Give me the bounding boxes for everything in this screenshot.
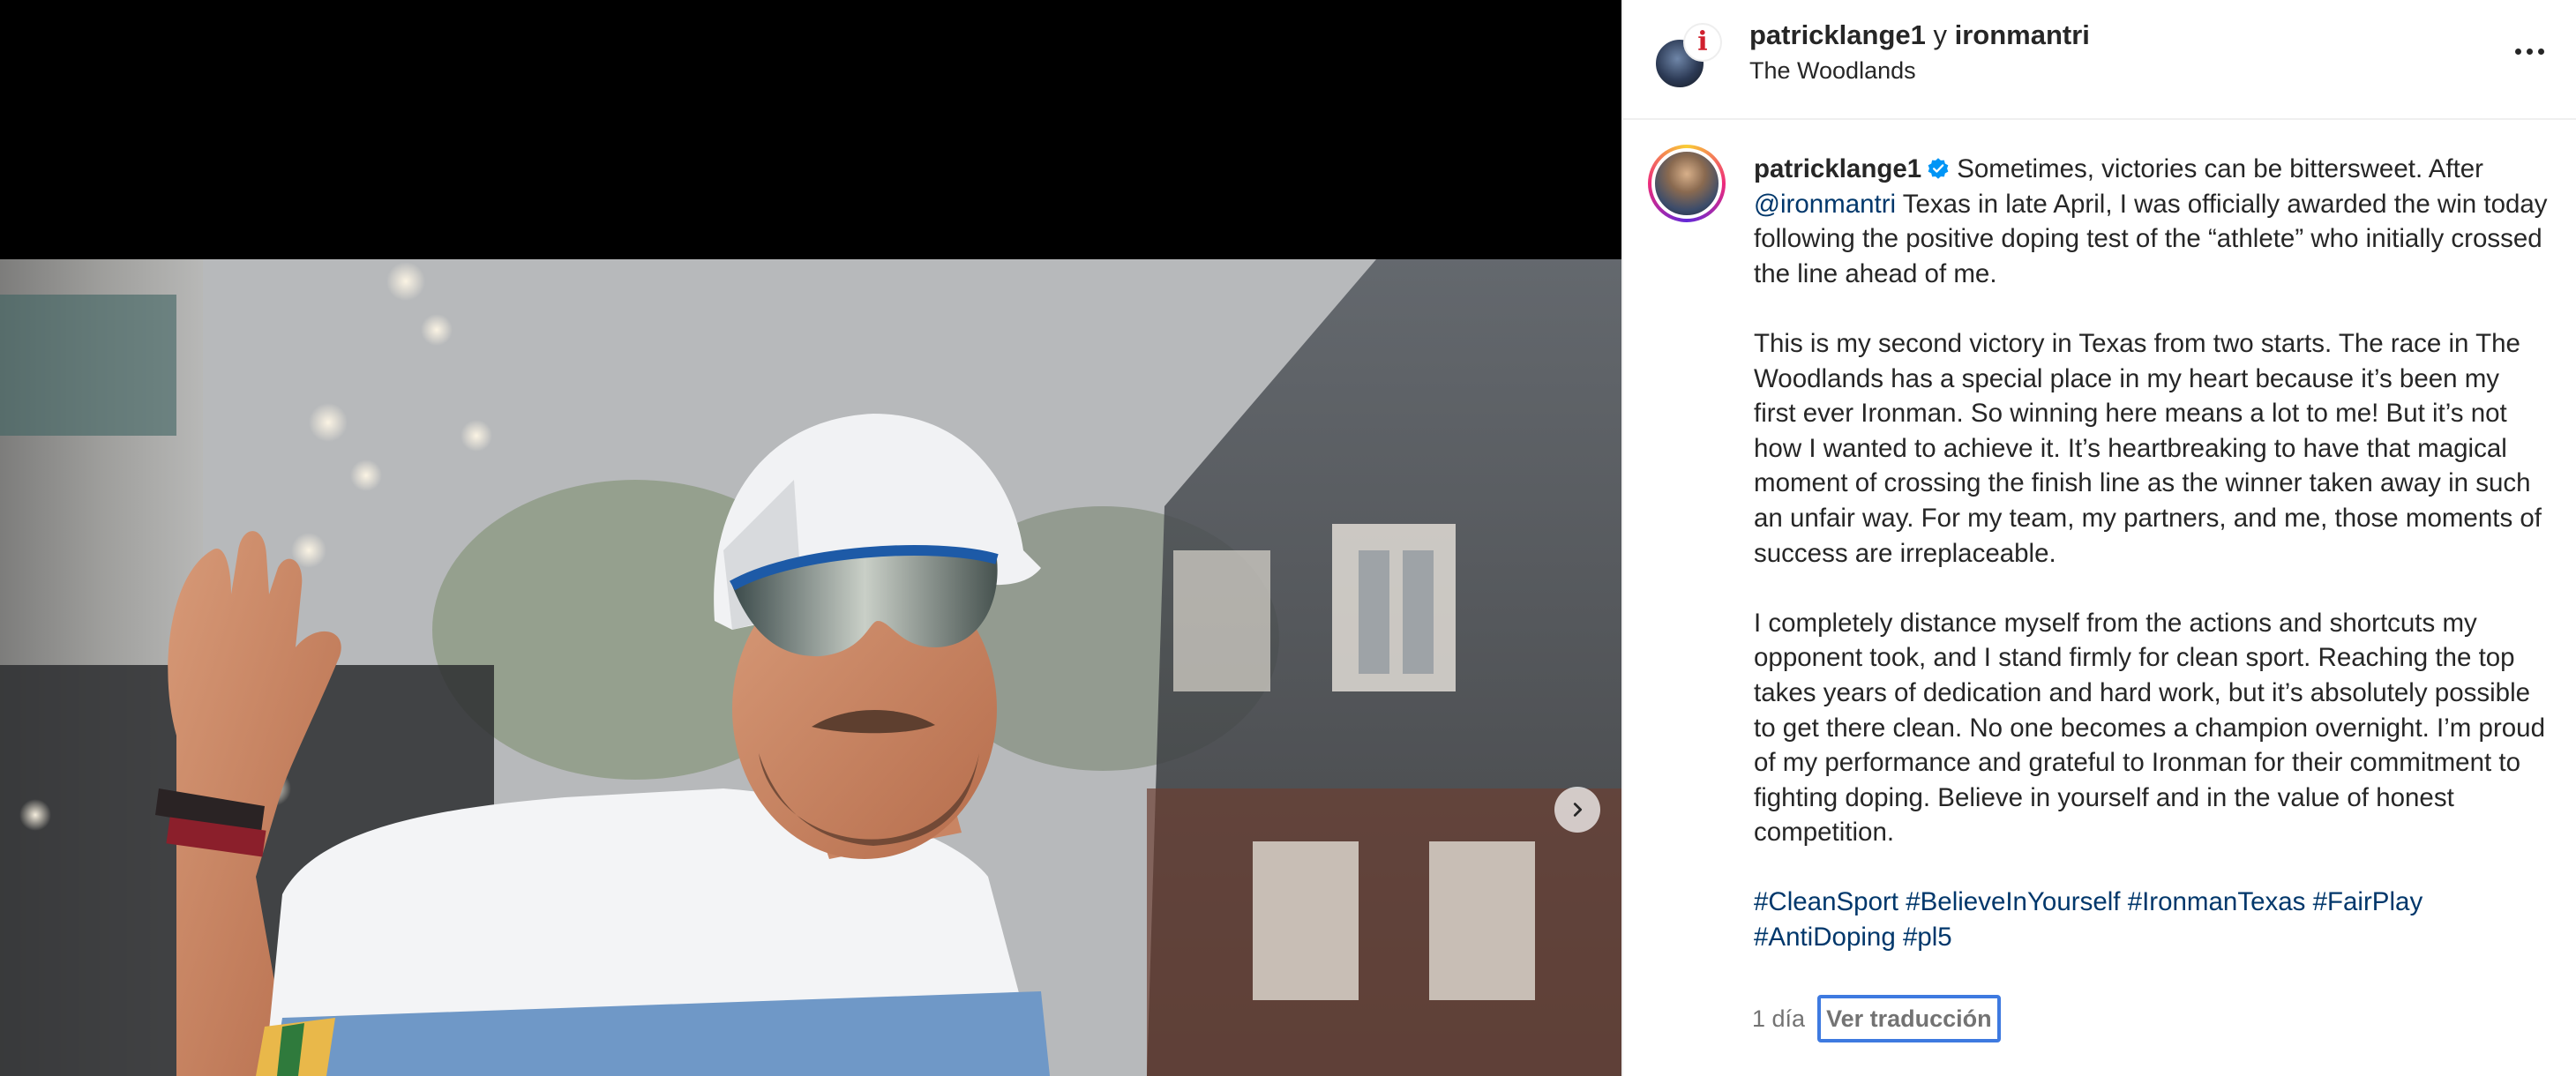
caption-paragraph-3: I completely distance myself from the ac… — [1754, 608, 2545, 848]
chevron-right-icon — [1573, 803, 1583, 817]
post-header: i patricklange1 y ironmantri The Woodlan… — [1623, 0, 2576, 120]
post-authors: patricklange1 y ironmantri — [1749, 18, 2090, 53]
hashtag-link[interactable]: #IronmanTexas — [2128, 887, 2306, 916]
verified-badge-icon — [1928, 158, 1949, 179]
authors-conjunction: y — [1933, 19, 1948, 50]
caption-hashtags: #CleanSport #BelieveInYourself #IronmanT… — [1754, 885, 2548, 954]
avatar — [1651, 148, 1722, 219]
hashtag-link[interactable]: #AntiDoping — [1754, 923, 1896, 952]
post-caption: patricklange1 Sometimes, victories can b… — [1754, 152, 2548, 955]
caption-paragraph-1: patricklange1 Sometimes, victories can b… — [1754, 152, 2548, 291]
athlete-photo-illustration — [0, 259, 1621, 1076]
hashtag-link[interactable]: #pl5 — [1903, 923, 1952, 952]
caption-intro: Sometimes, victories can be bittersweet.… — [1957, 154, 2484, 183]
caption-paragraph-2: This is my second victory in Texas from … — [1754, 328, 2542, 568]
collab-avatars[interactable]: i — [1653, 23, 1727, 97]
post-side-panel: i patricklange1 y ironmantri The Woodlan… — [1621, 0, 2576, 1076]
more-horizontal-icon — [2514, 48, 2521, 55]
post-media — [0, 0, 1621, 1076]
ironman-logo-avatar: i — [1683, 23, 1722, 62]
caption-username[interactable]: patricklange1 — [1754, 154, 1921, 183]
hashtag-link[interactable]: #CleanSport — [1754, 887, 1898, 916]
mention-link[interactable]: @ironmantri — [1754, 190, 1896, 219]
ironman-logo-letter: i — [1697, 26, 1708, 57]
hashtag-link[interactable]: #BelieveInYourself — [1906, 887, 2120, 916]
see-translation-button[interactable]: Ver traducción — [1817, 995, 2001, 1042]
caption-avatar[interactable] — [1648, 145, 1726, 222]
post-timestamp[interactable]: 1 día — [1752, 1005, 1805, 1033]
author-link-secondary[interactable]: ironmantri — [1955, 19, 2090, 50]
next-image-button[interactable] — [1554, 787, 1600, 833]
more-options-button[interactable] — [2507, 35, 2551, 67]
author-link-primary[interactable]: patricklange1 — [1749, 19, 1926, 50]
hashtag-link[interactable]: #FairPlay — [2313, 887, 2423, 916]
post-photo — [0, 259, 1621, 1076]
caption-footer: 1 día Ver traducción — [1752, 995, 2001, 1042]
post-location[interactable]: The Woodlands — [1749, 55, 1916, 86]
